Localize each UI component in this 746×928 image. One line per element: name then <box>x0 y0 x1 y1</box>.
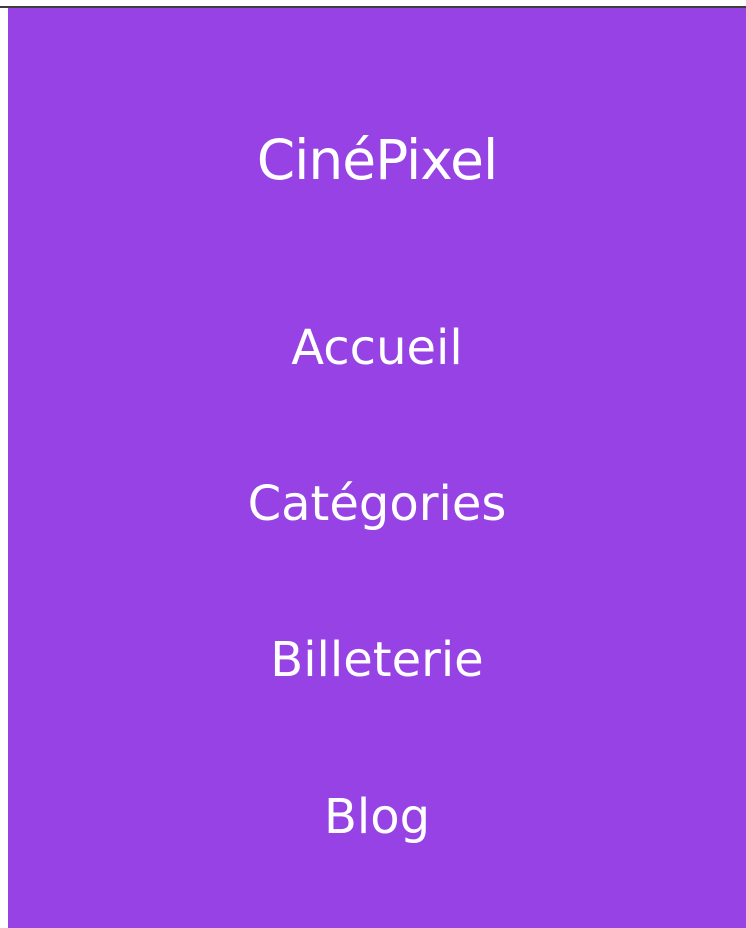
menu-item-categories[interactable]: Catégories <box>8 469 746 539</box>
navigation-panel: CinéPixel Accueil Catégories Billeterie … <box>8 8 746 928</box>
top-border-line <box>0 0 746 8</box>
menu-item-billeterie[interactable]: Billeterie <box>8 625 746 695</box>
menu-item-blog[interactable]: Blog <box>8 782 746 852</box>
menu-item-accueil[interactable]: Accueil <box>8 313 746 383</box>
brand-title: CinéPixel <box>256 128 499 192</box>
